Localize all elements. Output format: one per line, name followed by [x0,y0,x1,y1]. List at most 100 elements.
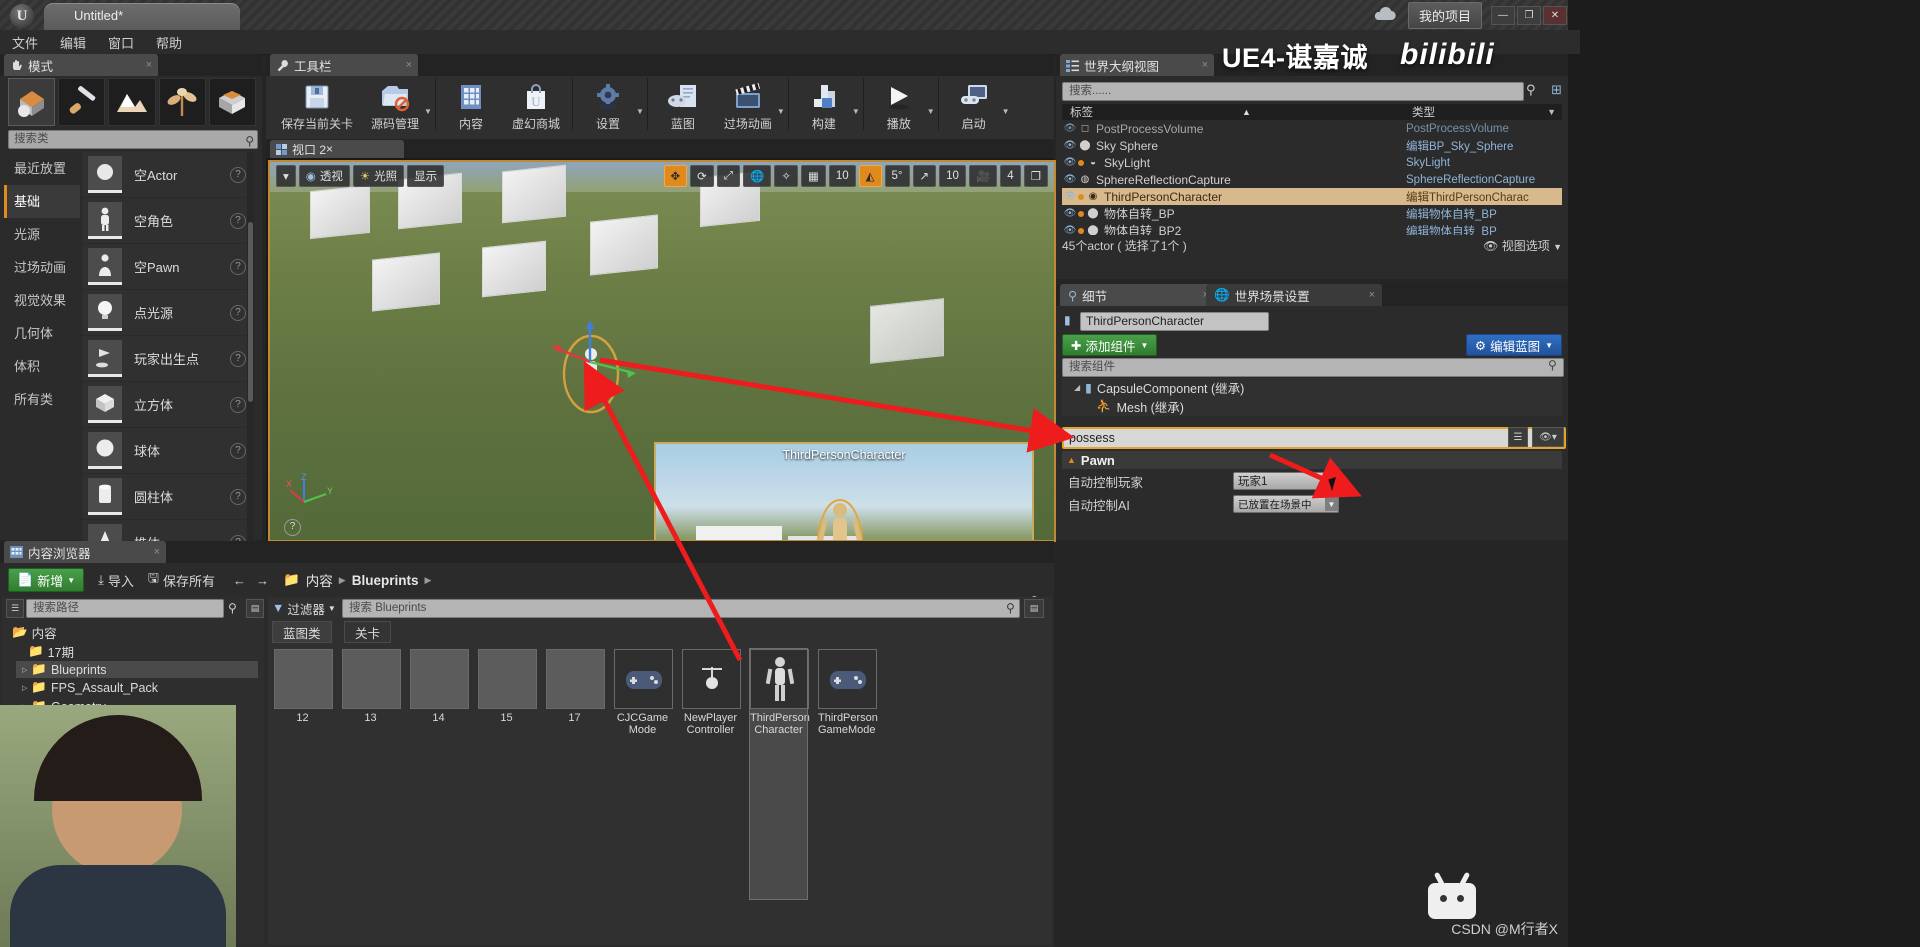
outliner-search-input[interactable]: 搜索...... [1062,82,1524,101]
eye-icon[interactable]: 👁 [1062,174,1078,185]
chevron-down-icon[interactable]: ▼ [852,107,860,116]
chevron-down-icon[interactable]: ▼ [636,107,644,116]
tab-level[interactable]: 关卡 [344,621,392,643]
list-item[interactable]: 圆柱体 ? [82,474,254,520]
character-preview-panel[interactable]: ThirdPersonCharacter 90.000000 [654,442,1034,540]
chevron-down-icon[interactable]: ▼ [1002,107,1010,116]
mode-search-input[interactable]: 搜索类 ⚲ [8,130,258,149]
tab-world-settings[interactable]: 🌐 世界场景设置 × [1206,284,1382,306]
auto-possess-ai-dropdown[interactable]: 已放置在场景中 ▼ [1233,495,1339,513]
list-item[interactable]: 点光源 ? [82,290,254,336]
outliner-row-type[interactable]: 编辑BP_Sky_Sphere [1406,138,1513,154]
outliner-row-type[interactable]: 编辑ThirdPersonCharac [1406,189,1529,205]
menu-window[interactable]: 窗口 [108,33,134,52]
forward-arrow-icon[interactable]: → [256,573,269,588]
marketplace-button[interactable]: U 虚幻商城 [503,78,569,132]
help-icon[interactable]: ? [230,304,246,321]
category-lights[interactable]: 光源 [4,218,80,251]
category-visual-effects[interactable]: 视觉效果 [4,284,80,317]
tree-item-mesh[interactable]: ⛹ Mesh (继承) [1062,397,1562,416]
eye-icon[interactable]: 👁 [1062,225,1078,235]
viewport-canvas[interactable]: X Z Y ? ▾ ◉ 透视 ☀ 光照 显示 ✥ ⟳ ⤢ 🌐 ✧ ▦ 10 ◭ … [268,160,1056,542]
chevron-down-icon[interactable]: ▼ [777,107,785,116]
list-item[interactable]: 球体 ? [82,428,254,474]
viewport-lit-button[interactable]: ☀ 光照 [352,165,405,187]
expand-triangle-icon[interactable]: ▷ [22,666,27,674]
category-geometry[interactable]: 几何体 [4,317,80,350]
tab-world-outliner[interactable]: 世界大纲视图 × [1060,54,1214,76]
chevron-down-icon[interactable]: ▼ [424,107,432,116]
import-button[interactable]: ⤓ 导入 [98,571,134,590]
project-tab[interactable]: Untitled* [44,3,240,30]
list-item[interactable]: 立方体 ? [82,382,254,428]
placeable-list-scrollbar[interactable] [247,152,254,584]
asset-view-options-icon[interactable]: ▤ [1024,599,1044,618]
my-projects-button[interactable]: 我的项目 [1407,1,1482,29]
save-all-button[interactable]: 🖫 保存所有 [148,569,215,591]
tab-viewport[interactable]: 视口 2 × [270,140,404,158]
source-control-button[interactable]: 源码管理 [362,78,428,132]
scale-snap-icon[interactable]: ↗ [912,165,937,187]
help-icon[interactable]: ? [230,350,246,367]
close-button[interactable]: ✕ [1543,5,1567,25]
add-component-button[interactable]: ✚ 添加组件 ▼ [1062,334,1158,356]
edit-blueprint-button[interactable]: ⚙ 编辑蓝图 ▼ [1465,334,1562,356]
transform-gizmo-icon[interactable] [552,320,662,390]
play-button[interactable]: 播放 [867,78,931,132]
list-item[interactable]: ThirdPerson GameMode [818,649,878,899]
build-button[interactable]: 构建 [792,78,856,132]
viewport-help-icon[interactable]: ? [284,519,301,536]
component-search-input[interactable]: 搜索组件 [1062,358,1564,377]
table-row[interactable]: 👁 ⬤ 物体自转_BP 编辑物体自转_BP [1062,205,1562,222]
filter-button[interactable]: ▼ 过滤器 ▼ [272,599,336,617]
tree-item-fps-assault-pack[interactable]: ▷ 📁 FPS_Assault_Pack [22,680,158,695]
tab-content-browser[interactable]: 内容浏览器 × [4,541,166,563]
table-row[interactable]: 👁 ◍ SphereReflectionCapture SphereReflec… [1062,171,1562,188]
details-list-view-icon[interactable]: ☰ [1508,427,1528,447]
tab-toolbar[interactable]: 工具栏 × [270,54,418,76]
angle-snap-value[interactable]: 5° [884,165,910,187]
breadcrumb-item-blueprints[interactable]: Blueprints [352,573,419,588]
tree-item-blueprints[interactable]: ▷ 📁 Blueprints [16,661,258,678]
scale-tool-icon[interactable]: ⤢ [716,165,741,187]
eye-icon[interactable]: 👁 [1062,157,1078,168]
list-item[interactable]: 12 [274,649,333,899]
tab-toolbar-close-icon[interactable]: × [392,59,412,71]
chevron-down-icon[interactable]: ▼ [927,107,935,116]
category-recent[interactable]: 最近放置 [4,152,80,185]
list-item[interactable]: CJCGame Mode [614,649,673,899]
geometry-mode-icon[interactable] [208,78,257,126]
tab-world-outliner-close-icon[interactable]: × [1188,59,1208,71]
help-icon[interactable]: ? [230,488,246,505]
table-row[interactable]: 👁 ⬤ 物体自转_BP2 编辑物体自转_BP [1062,222,1562,235]
category-cinematic[interactable]: 过场动画 [4,251,80,284]
category-all[interactable]: 所有类 [4,383,80,416]
outliner-row-type[interactable]: 编辑物体自转_BP [1406,206,1497,222]
tree-item-content[interactable]: 📂 内容 [12,623,57,642]
camera-speed-value[interactable]: 4 [1000,165,1021,187]
blueprint-button[interactable]: 蓝图 [651,78,715,132]
list-item[interactable]: NewPlayer Controller [682,649,741,899]
outliner-row-type[interactable]: 编辑物体自转_BP [1406,223,1497,236]
list-item[interactable]: 15 [478,649,537,899]
rotate-tool-icon[interactable]: ⟳ [690,165,714,187]
table-row[interactable]: 👁 ⬤ Sky Sphere 编辑BP_Sky_Sphere [1062,137,1562,154]
tab-content-browser-close-icon[interactable]: × [140,546,160,558]
help-icon[interactable]: ? [230,442,246,459]
menu-file[interactable]: 文件 [12,33,38,52]
grid-snap-value[interactable]: 10 [828,165,856,187]
back-arrow-icon[interactable]: ← [233,573,246,588]
list-item[interactable]: 14 [410,649,469,899]
outliner-column-label[interactable]: 标签 [1070,104,1093,120]
cinematics-button[interactable]: 过场动画 [715,78,781,132]
help-icon[interactable]: ? [230,166,246,183]
list-item[interactable]: ThirdPerson Character [749,648,810,900]
tree-item-capsule-component[interactable]: ◢ ▮ CapsuleComponent (继承) [1062,378,1562,397]
outliner-search-icon[interactable]: ⚲ [1526,82,1536,98]
details-visibility-icon[interactable]: 👁▾ [1532,427,1564,447]
menu-help[interactable]: 帮助 [156,33,182,52]
chevron-down-icon[interactable]: ▼ [1547,107,1556,117]
move-tool-icon[interactable]: ✥ [663,165,688,187]
maximize-button[interactable]: ❐ [1517,5,1541,25]
maximize-viewport-icon[interactable]: ❐ [1023,165,1048,187]
